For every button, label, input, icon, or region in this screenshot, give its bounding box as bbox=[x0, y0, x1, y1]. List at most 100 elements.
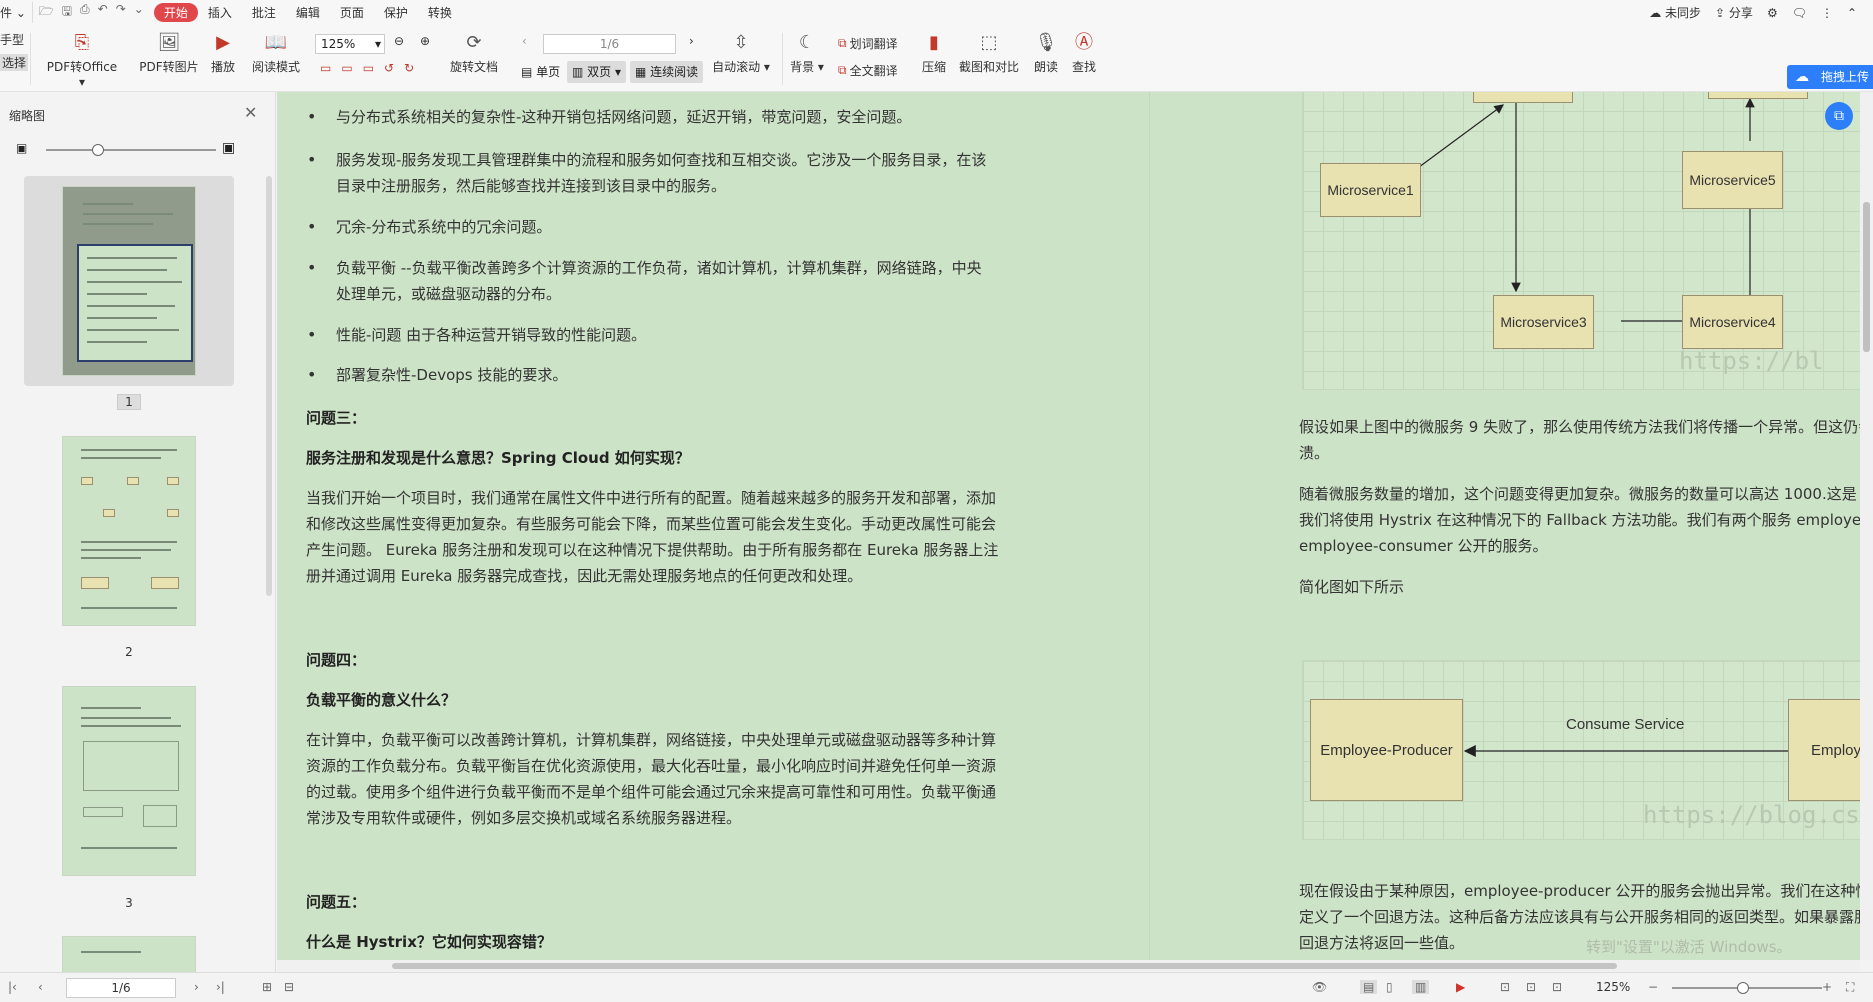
search-icon: Ⓐ bbox=[1075, 32, 1093, 53]
double-page-button[interactable]: ▥ 双页 ▾ bbox=[567, 61, 627, 83]
toolbar: 手型 选择 ⎘ PDF转Office ▾ 🖼 PDF转图片 ▶ 播放 📖 阅读模式 12… bbox=[0, 25, 1873, 92]
slider-knob[interactable] bbox=[92, 144, 104, 156]
paragraph-line: 定义了一个回退方法。这种后备方法应该具有与公开服务相同的返回类型。如果暴露服 bbox=[1299, 908, 1860, 926]
actual-size-icon[interactable]: ⊡ bbox=[1552, 980, 1562, 994]
layout-double-icon[interactable]: ▥ bbox=[1412, 980, 1430, 994]
undo-icon[interactable]: ↶ bbox=[98, 2, 108, 23]
rotate-doc-button[interactable]: ⟳ 旋转文档 bbox=[448, 31, 500, 75]
zoom-select[interactable]: 125% ▾ bbox=[315, 34, 385, 54]
collapse-icon[interactable]: ⌃ bbox=[1847, 6, 1857, 20]
print-icon[interactable]: ⎙ bbox=[80, 2, 90, 23]
next-page-icon[interactable]: › bbox=[689, 34, 694, 48]
bullet-continuation: 处理单元，或磁盘驱动器的分布。 bbox=[336, 285, 562, 303]
file-menu[interactable]: 件 ⌄ bbox=[0, 4, 32, 21]
zoom-in-icon[interactable]: + bbox=[1822, 980, 1832, 994]
read-mode-button[interactable]: 📖 阅读模式 bbox=[250, 31, 302, 75]
thumbnail-size-slider[interactable]: ▣ ▣ bbox=[16, 140, 246, 158]
layout-single-icon[interactable]: ▤ bbox=[1360, 980, 1378, 994]
zoom-out-icon[interactable]: − bbox=[1648, 980, 1658, 994]
comment-icon[interactable]: 🗨 bbox=[1792, 6, 1807, 20]
zoom-out-icon[interactable]: ⊖ bbox=[394, 34, 404, 48]
question-4-title: 负载平衡的意义什么？ bbox=[306, 691, 457, 709]
drag-upload-button[interactable]: ☁ 拖拽上传 bbox=[1787, 65, 1873, 89]
tab-convert[interactable]: 转换 bbox=[418, 4, 462, 21]
single-page-button[interactable]: ▤ 单页 bbox=[516, 61, 565, 83]
tab-annotate[interactable]: 批注 bbox=[242, 4, 286, 21]
zoom-value[interactable]: 125% bbox=[1596, 980, 1630, 994]
tab-protect[interactable]: 保护 bbox=[374, 4, 418, 21]
layout-page-icon[interactable]: ▯ bbox=[1386, 980, 1393, 994]
view-tools: ▭ ▭ ▭ ↺ ↻ bbox=[320, 61, 414, 75]
word-translate-button[interactable]: ⧉ 划词翻译 bbox=[838, 35, 898, 52]
tab-insert[interactable]: 插入 bbox=[198, 4, 242, 21]
thumbnail-image bbox=[62, 436, 196, 626]
diagram-watermark: https://blog.csdn. bbox=[1643, 801, 1860, 829]
tab-edit[interactable]: 编辑 bbox=[286, 4, 330, 21]
select-tool[interactable]: 选择 bbox=[0, 54, 29, 71]
full-translate-icon: ⧉ bbox=[838, 63, 847, 77]
page-number-2: 2 bbox=[125, 645, 133, 659]
fit-page-icon[interactable]: ⊡ bbox=[1526, 980, 1536, 994]
page-input[interactable]: 1/6 bbox=[543, 34, 676, 54]
translate-icon: ⧉ bbox=[838, 36, 847, 50]
play-icon[interactable]: ▶ bbox=[1456, 980, 1465, 994]
tab-start[interactable]: 开始 bbox=[153, 3, 198, 22]
eye-protect-icon[interactable]: 👁 bbox=[1312, 980, 1327, 994]
find-button[interactable]: Ⓐ 查找 bbox=[1070, 31, 1098, 75]
full-translate-button[interactable]: ⧉ 全文翻译 bbox=[838, 62, 898, 79]
continuous-read-button[interactable]: ▦ 连续阅读 bbox=[630, 61, 704, 83]
share-button[interactable]: ⇪ 分享 bbox=[1715, 4, 1753, 21]
fit-page-icon[interactable]: ▭ bbox=[320, 61, 331, 75]
last-page-icon[interactable]: ›| bbox=[216, 980, 225, 994]
thumbnail-page-1[interactable] bbox=[24, 176, 234, 386]
rotate-right-icon[interactable]: ↻ bbox=[404, 61, 414, 75]
first-page-icon[interactable]: |‹ bbox=[8, 980, 17, 994]
status-page-input[interactable]: 1/6 bbox=[66, 978, 176, 998]
vertical-scrollbar[interactable] bbox=[1860, 92, 1873, 960]
rotate-left-icon[interactable]: ↺ bbox=[384, 61, 394, 75]
microservice-diagram: Microservice1 Microservice5 Microservice… bbox=[1302, 92, 1860, 390]
pdf-to-office-button[interactable]: ⎘ PDF转Office ▾ bbox=[44, 31, 120, 89]
next-page-icon[interactable]: › bbox=[194, 980, 199, 994]
more-icon[interactable]: ⌄ bbox=[134, 2, 144, 23]
prev-page-icon[interactable]: ‹ bbox=[522, 34, 527, 48]
document-viewport[interactable]: 与分布式系统相关的复杂性-这种开销包括网络问题，延迟开销，带宽问题，安全问题。 … bbox=[277, 92, 1860, 960]
zoom-in-icon[interactable]: ⊕ bbox=[420, 34, 430, 48]
question-3-heading: 问题三： bbox=[306, 409, 367, 427]
floating-action-icon[interactable]: ⧉ bbox=[1825, 102, 1853, 130]
sync-button[interactable]: ☁ 未同步 bbox=[1649, 4, 1701, 21]
status-bar: |‹ ‹ 1/6 › ›| ⊞ ⊟ 👁 ▤ ▯ ▥ ▶ ⊡ ⊡ ⊡ 125% −… bbox=[0, 972, 1873, 1002]
paragraph-line: 现在假设由于某种原因，employee-producer 公开的服务会抛出异常。… bbox=[1299, 882, 1860, 900]
thumbnail-page-3[interactable] bbox=[24, 676, 234, 886]
auto-scroll-button[interactable]: ⇳ 自动滚动 ▾ bbox=[712, 31, 770, 75]
fullscreen-icon[interactable]: ⛶ bbox=[1846, 980, 1854, 995]
fit-width-icon[interactable]: ⊡ bbox=[1500, 980, 1510, 994]
read-aloud-button[interactable]: 🎙 朗读 bbox=[1032, 31, 1060, 75]
menu-bar: 件 ⌄ 🗁 🖫 ⎙ ↶ ↷ ⌄ 开始 插入 批注 编辑 页面 保护 转换 ☁ 未… bbox=[0, 0, 1873, 25]
insert-page-icon[interactable]: ⊞ bbox=[262, 980, 272, 994]
hand-tool[interactable]: 手型 bbox=[0, 31, 24, 48]
panel-scrollbar[interactable] bbox=[266, 176, 272, 596]
tab-page[interactable]: 页面 bbox=[330, 4, 374, 21]
prev-page-icon[interactable]: ‹ bbox=[38, 980, 43, 994]
cloud-icon: ☁ bbox=[1795, 69, 1809, 85]
close-icon[interactable]: ✕ bbox=[244, 103, 257, 122]
settings-icon[interactable]: ⚙ bbox=[1767, 6, 1778, 20]
compress-button[interactable]: ▮ 压缩 bbox=[920, 31, 948, 75]
zoom-slider-knob[interactable] bbox=[1737, 982, 1749, 994]
fit-width-icon[interactable]: ▭ bbox=[341, 61, 352, 75]
thumbnail-page-2[interactable] bbox=[24, 426, 234, 636]
save-icon[interactable]: 🖫 bbox=[62, 2, 72, 23]
pdf-to-image-button[interactable]: 🖼 PDF转图片 bbox=[138, 31, 200, 75]
screenshot-compare-button[interactable]: ⬚ 截图和对比 bbox=[958, 31, 1020, 75]
paragraph-line: 随着微服务数量的增加，这个问题变得更加复杂。微服务的数量可以高达 1000.这是… bbox=[1299, 485, 1860, 503]
thumbnail-page-4[interactable] bbox=[24, 926, 234, 972]
background-button[interactable]: ☾ 背景 ▾ bbox=[790, 31, 824, 75]
play-button[interactable]: ▶ 播放 bbox=[208, 31, 238, 75]
redo-icon[interactable]: ↷ bbox=[116, 2, 126, 23]
horizontal-scrollbar[interactable] bbox=[277, 960, 1860, 972]
more-vertical-icon[interactable]: ⋮ bbox=[1821, 6, 1833, 20]
extract-page-icon[interactable]: ⊟ bbox=[284, 980, 294, 994]
actual-size-icon[interactable]: ▭ bbox=[363, 61, 374, 75]
open-icon[interactable]: 🗁 bbox=[39, 2, 54, 23]
